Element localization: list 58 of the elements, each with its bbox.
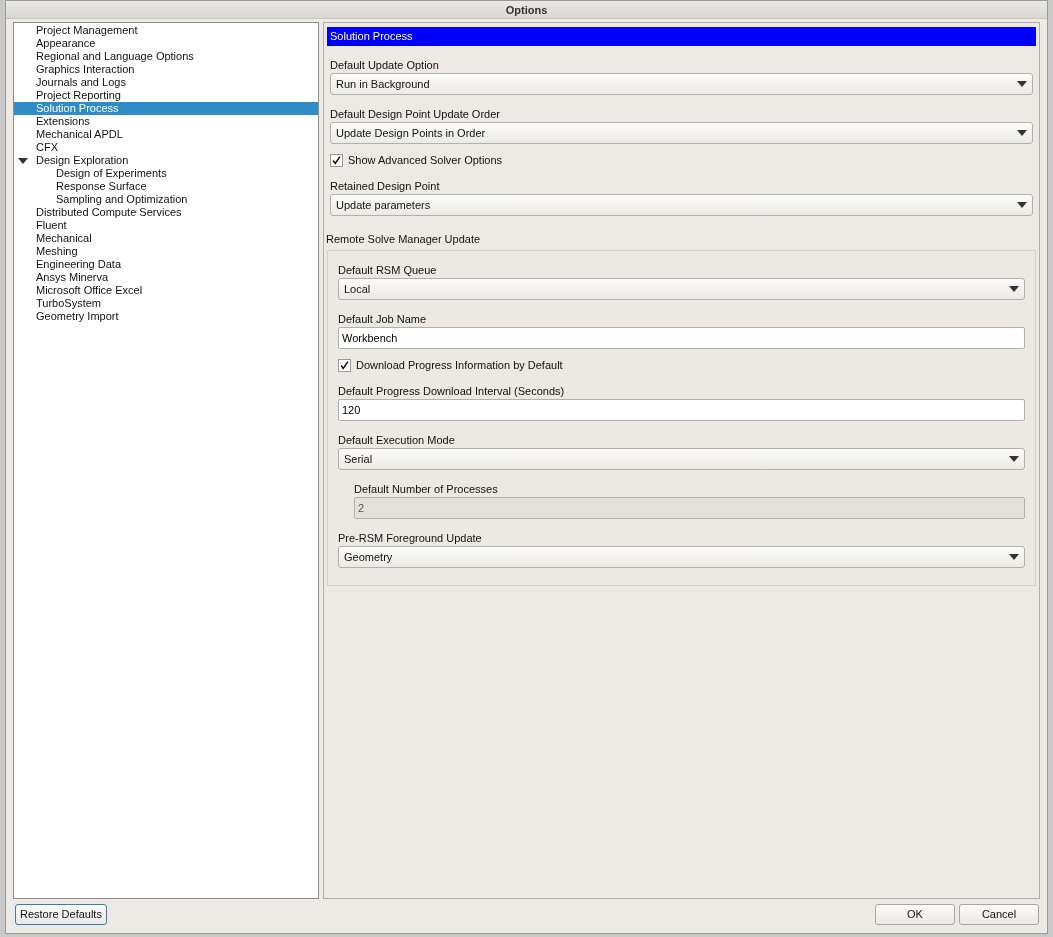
dropdown[interactable]: Run in Background [330, 73, 1033, 95]
caret-icon [1017, 130, 1027, 136]
tree-item[interactable]: Journals and Logs [36, 76, 126, 89]
tree-item[interactable]: Project Reporting [36, 89, 121, 102]
field-label: Default RSM Queue [338, 264, 437, 277]
field-label: Default Job Name [338, 313, 427, 326]
group-title: Remote Solve Manager Update [326, 233, 481, 246]
tree-item[interactable]: Geometry Import [36, 310, 119, 323]
tree-item[interactable]: Response Surface [56, 180, 147, 193]
tree-item[interactable]: Sampling and Optimization [56, 193, 188, 206]
expand-arrow-icon[interactable] [18, 157, 28, 164]
field-label: Retained Design Point [330, 180, 440, 193]
tree-item[interactable]: Regional and Language Options [36, 50, 194, 63]
window-title: Options [505, 3, 548, 18]
tree-item[interactable]: Appearance [36, 37, 96, 50]
caret-icon [1017, 202, 1027, 208]
restore-defaults-button[interactable]: Restore Defaults [15, 904, 107, 925]
tree-item[interactable]: CFX [36, 141, 58, 154]
dropdown[interactable]: Update Design Points in Order [330, 122, 1033, 144]
checkbox-label: Download Progress Information by Default [356, 359, 563, 372]
field-label: Default Execution Mode [338, 434, 455, 447]
tree-item[interactable]: Project Management [36, 24, 138, 37]
input-field[interactable]: Workbench [338, 327, 1025, 349]
tree-item[interactable]: Microsoft Office Excel [36, 284, 143, 297]
dropdown[interactable]: Geometry [338, 546, 1025, 568]
input-field[interactable]: 120 [338, 399, 1025, 421]
tree-item[interactable]: Graphics Interaction [36, 63, 135, 76]
checkbox[interactable] [330, 154, 343, 167]
dialog-button[interactable]: OK [875, 904, 955, 925]
tree-item[interactable]: Meshing [36, 245, 78, 258]
tree-item[interactable]: Fluent [36, 219, 67, 232]
tree-item[interactable]: Solution Process [36, 102, 119, 115]
dropdown[interactable]: Update parameters [330, 194, 1033, 216]
tree-item[interactable]: Mechanical [36, 232, 92, 245]
tree-item[interactable]: Engineering Data [36, 258, 121, 271]
tree-item[interactable]: Extensions [36, 115, 90, 128]
field-label: Default Update Option [330, 59, 439, 72]
tree-item-highlight[interactable]: Solution Process [14, 102, 318, 115]
tree-item[interactable]: Design of Experiments [56, 167, 167, 180]
field-label: Pre-RSM Foreground Update [338, 532, 482, 545]
field-label: Default Design Point Update Order [330, 108, 500, 121]
field-label: Default Number of Processes [354, 483, 498, 496]
caret-icon [1009, 456, 1019, 462]
checkbox-label: Show Advanced Solver Options [348, 154, 503, 167]
field-label: Default Progress Download Interval (Seconds) [338, 385, 565, 398]
dropdown[interactable]: Local [338, 278, 1025, 300]
tree-item[interactable]: TurboSystem [36, 297, 101, 310]
tree-item[interactable]: Distributed Compute Services [36, 206, 182, 219]
checkbox[interactable] [338, 359, 351, 372]
tree-item[interactable]: Ansys Minerva [36, 271, 109, 284]
tree-item[interactable]: Design Exploration [36, 154, 129, 167]
tree-item[interactable]: Mechanical APDL [36, 128, 123, 141]
caret-icon [1009, 286, 1019, 292]
section-header: Solution Process [327, 27, 1036, 46]
dialog-button[interactable]: Cancel [959, 904, 1039, 925]
caret-icon [1009, 554, 1019, 560]
caret-icon [1017, 81, 1027, 87]
dropdown[interactable]: Serial [338, 448, 1025, 470]
